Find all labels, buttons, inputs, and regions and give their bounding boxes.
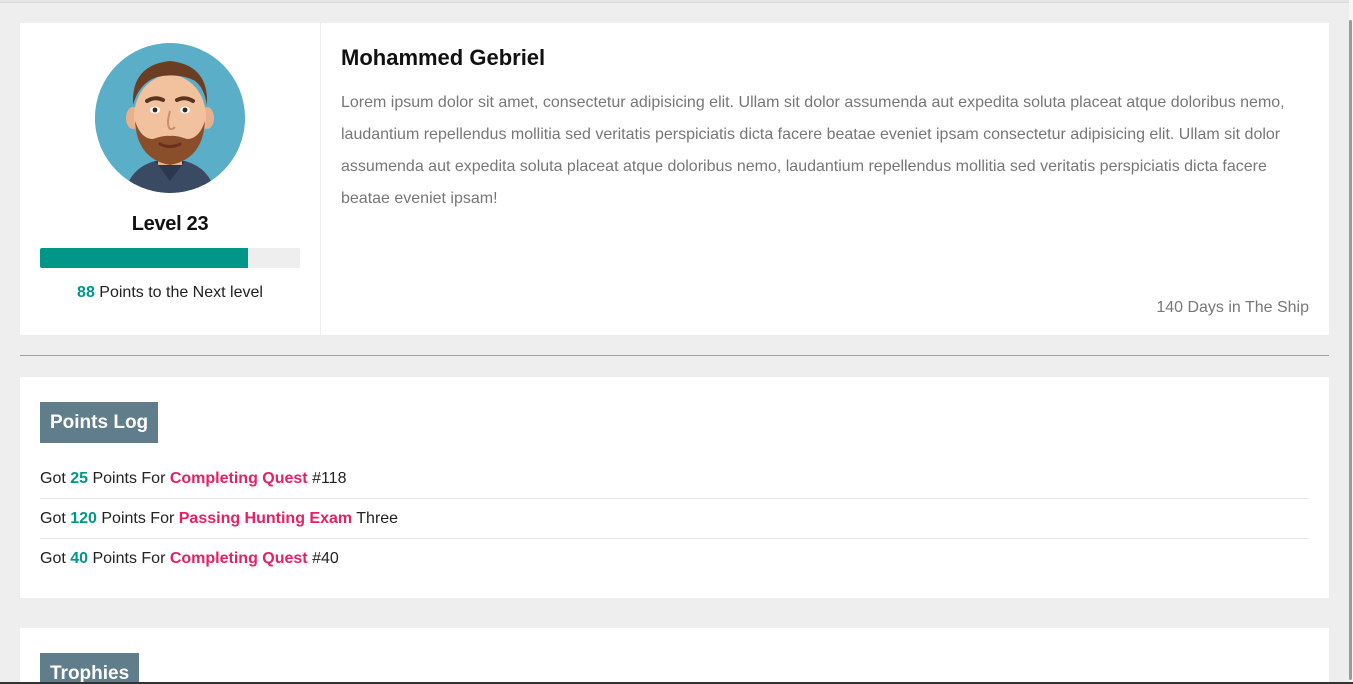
level-progress-bar bbox=[40, 248, 300, 268]
log-action: Passing Hunting Exam bbox=[178, 510, 353, 527]
section-divider bbox=[20, 355, 1329, 356]
profile-card: Level 23 88 Points to the Next level Moh… bbox=[20, 23, 1329, 335]
log-middle: Points For bbox=[96, 510, 179, 527]
days-in-ship: 140 Days in The Ship bbox=[1156, 299, 1309, 316]
log-suffix: #118 bbox=[307, 470, 347, 487]
profile-name: Mohammed Gebriel bbox=[341, 45, 546, 70]
log-action: Completing Quest bbox=[169, 550, 308, 567]
log-suffix: #40 bbox=[307, 550, 339, 567]
log-prefix: Got bbox=[40, 470, 71, 487]
points-log-item: Got 25 Points For Completing Quest #118 bbox=[40, 461, 1309, 499]
log-points: 120 bbox=[70, 510, 97, 527]
top-border bbox=[0, 0, 1353, 3]
trophies-card: Trophies bbox=[20, 628, 1329, 684]
scrollbar[interactable] bbox=[1349, 0, 1353, 684]
log-prefix: Got bbox=[40, 510, 71, 527]
log-middle: Points For bbox=[88, 470, 170, 487]
level-title: Level 23 bbox=[131, 213, 209, 235]
log-prefix: Got bbox=[40, 550, 71, 567]
log-middle: Points For bbox=[88, 550, 170, 567]
bearded-man-avatar-icon bbox=[95, 43, 245, 193]
log-points: 25 bbox=[70, 470, 89, 487]
profile-summary: Level 23 88 Points to the Next level bbox=[20, 23, 321, 335]
log-suffix: Three bbox=[352, 510, 399, 527]
log-action: Completing Quest bbox=[169, 470, 308, 487]
log-points: 40 bbox=[70, 550, 89, 567]
points-log-item: Got 120 Points For Passing Hunting Exam … bbox=[40, 499, 1309, 539]
avatar bbox=[95, 43, 245, 193]
points-log-title: Points Log bbox=[40, 402, 159, 443]
points-log-card: Points Log Got 25 Points For Completing … bbox=[20, 377, 1329, 598]
points-log-list: Got 25 Points For Completing Quest #118 G… bbox=[40, 461, 1309, 579]
points-log-item: Got 40 Points For Completing Quest #40 bbox=[40, 539, 1309, 579]
profile-details: Mohammed Gebriel Lorem ipsum dolor sit a… bbox=[321, 23, 1329, 335]
trophies-title: Trophies bbox=[40, 653, 140, 684]
profile-bio: Lorem ipsum dolor sit amet, consectetur … bbox=[341, 94, 1285, 207]
points-to-next-level: 88 Points to the Next level bbox=[77, 284, 263, 302]
level-progress-fill bbox=[40, 248, 248, 268]
points-to-next-label: Points to the Next level bbox=[94, 284, 263, 301]
points-to-next-value: 88 bbox=[77, 284, 95, 301]
scrollbar-thumb[interactable] bbox=[1349, 20, 1352, 680]
